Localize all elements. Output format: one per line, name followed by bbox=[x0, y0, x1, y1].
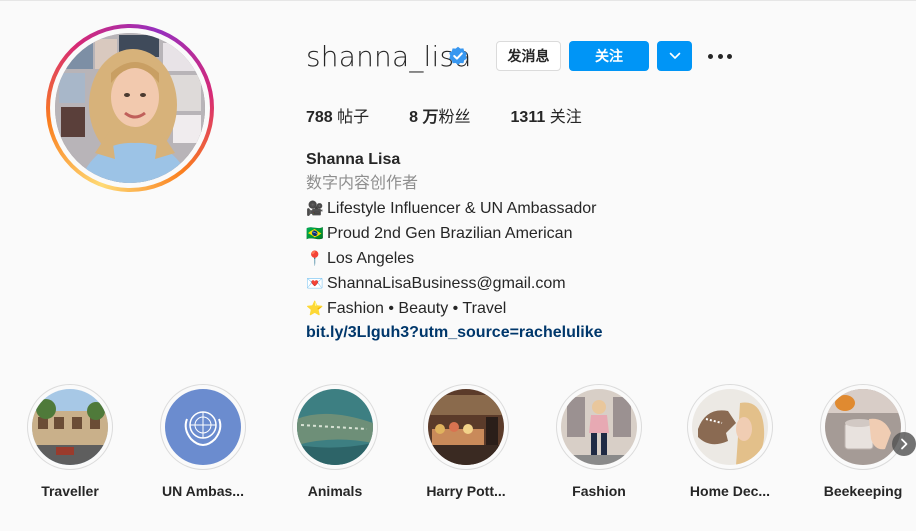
chevron-right-icon bbox=[901, 438, 908, 450]
bio-line: 📍 Los Angeles bbox=[306, 246, 603, 271]
followers-value: 8 万 bbox=[409, 109, 439, 126]
star-icon: ⭐ bbox=[306, 300, 324, 316]
highlight-traveller[interactable]: Traveller bbox=[15, 384, 125, 499]
location-pin-icon: 📍 bbox=[306, 250, 324, 266]
chevron-down-icon bbox=[669, 52, 680, 59]
bio-line: ⭐ Fashion • Beauty • Travel bbox=[306, 296, 603, 321]
profile-stats: 788 帖子 8 万粉丝 1311 关注 bbox=[306, 103, 622, 127]
avatar bbox=[55, 33, 205, 183]
highlights-next-button[interactable] bbox=[892, 432, 916, 456]
highlight-ring bbox=[556, 384, 642, 470]
love-letter-icon: 💌 bbox=[306, 275, 324, 291]
profile-avatar-story-ring[interactable] bbox=[46, 24, 214, 192]
following-count[interactable]: 1311 关注 bbox=[511, 103, 582, 127]
posts-count: 788 帖子 bbox=[306, 103, 369, 127]
highlight-cover bbox=[428, 389, 504, 465]
message-button[interactable]: 发消息 bbox=[496, 41, 561, 71]
highlight-animals[interactable]: Animals bbox=[280, 384, 390, 499]
video-camera-icon: 🎥 bbox=[306, 200, 324, 216]
brazil-flag-icon: 🇧🇷 bbox=[306, 225, 324, 241]
bio-website-link[interactable]: bit.ly/3Llguh3?utm_source=rachelulike bbox=[306, 321, 603, 345]
bio-line-text: Proud 2nd Gen Brazilian American bbox=[327, 225, 573, 242]
dot bbox=[717, 53, 723, 59]
verified-badge-icon bbox=[449, 46, 467, 65]
bio-category: 数字内容创作者 bbox=[306, 175, 419, 192]
highlight-label: Beekeeping bbox=[823, 483, 903, 499]
profile-bio: Shanna Lisa 数字内容创作者 🎥 Lifestyle Influence… bbox=[306, 148, 603, 345]
story-highlights: Traveller UN Ambas... Animals Harry Pott… bbox=[0, 384, 916, 514]
following-value: 1311 bbox=[510, 109, 546, 126]
highlight-ring bbox=[687, 384, 773, 470]
highlight-label: Home Dec... bbox=[689, 483, 771, 499]
highlight-label: Fashion bbox=[572, 483, 626, 499]
highlight-label: Traveller bbox=[41, 483, 99, 499]
more-options-icon[interactable] bbox=[708, 46, 732, 66]
highlight-cover bbox=[561, 389, 637, 465]
highlight-cover bbox=[32, 389, 108, 465]
bio-line-text: Los Angeles bbox=[327, 250, 415, 267]
top-divider bbox=[0, 0, 916, 1]
highlight-ring bbox=[423, 384, 509, 470]
highlight-fashion[interactable]: Fashion bbox=[544, 384, 654, 499]
highlight-harry-potter[interactable]: Harry Pott... bbox=[411, 384, 521, 499]
dot bbox=[708, 53, 713, 59]
followers-label: 粉丝 bbox=[438, 109, 471, 126]
highlight-label: Harry Pott... bbox=[426, 483, 506, 499]
bio-line-text: Fashion • Beauty • Travel bbox=[327, 300, 507, 317]
bio-line-text: Lifestyle Influencer & UN Ambassador bbox=[327, 200, 597, 217]
highlight-cover bbox=[825, 389, 901, 465]
dot bbox=[727, 53, 732, 59]
highlight-cover bbox=[297, 389, 373, 465]
bio-line: 🎥 Lifestyle Influencer & UN Ambassador bbox=[306, 196, 603, 221]
posts-label: 帖子 bbox=[332, 109, 370, 126]
avatar-inner bbox=[50, 28, 210, 188]
highlight-ring bbox=[27, 384, 113, 470]
posts-value: 788 bbox=[306, 109, 333, 126]
following-label: 关注 bbox=[545, 109, 582, 126]
bio-full-name: Shanna Lisa bbox=[306, 151, 401, 168]
bio-line: 💌 ShannaLisaBusiness@gmail.com bbox=[306, 271, 603, 296]
highlight-ring bbox=[292, 384, 378, 470]
highlight-home-decor[interactable]: Home Dec... bbox=[675, 384, 785, 499]
highlight-ring bbox=[820, 384, 906, 470]
avatar-illustration bbox=[55, 33, 205, 183]
highlight-label: UN Ambas... bbox=[162, 483, 244, 499]
followers-count[interactable]: 8 万粉丝 bbox=[409, 103, 470, 127]
highlight-cover bbox=[692, 389, 768, 465]
profile-username: shanna_lisa bbox=[306, 40, 472, 73]
un-emblem-icon bbox=[165, 389, 241, 465]
highlight-un-ambassador[interactable]: UN Ambas... bbox=[148, 384, 258, 499]
highlight-ring bbox=[160, 384, 246, 470]
highlight-label: Animals bbox=[307, 483, 363, 499]
highlight-cover bbox=[165, 389, 241, 465]
bio-line-text: ShannaLisaBusiness@gmail.com bbox=[327, 275, 566, 292]
suggested-accounts-button[interactable] bbox=[657, 41, 692, 71]
bio-line: 🇧🇷 Proud 2nd Gen Brazilian American bbox=[306, 221, 603, 246]
follow-button[interactable]: 关注 bbox=[569, 41, 649, 71]
